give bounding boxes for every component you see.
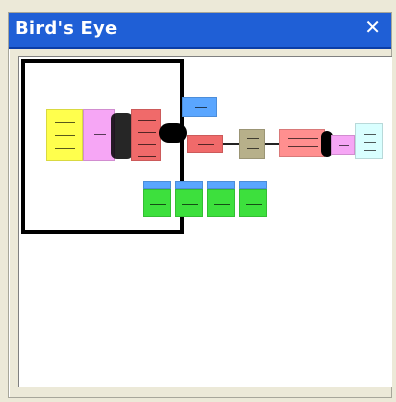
olive-node — [239, 129, 265, 159]
panel-title: Bird's Eye — [15, 18, 118, 39]
panel-titlebar: Bird's Eye ✕ — [9, 13, 391, 49]
salmon-node — [279, 129, 325, 157]
connector-blob — [111, 113, 133, 159]
green-node — [207, 189, 235, 217]
blue-header — [207, 181, 235, 189]
green-node — [175, 189, 203, 217]
birds-eye-panel: Bird's Eye ✕ — [8, 12, 392, 398]
connector-bundle — [159, 123, 187, 143]
red-node — [131, 109, 161, 161]
pink-node-small — [331, 135, 355, 155]
blue-header — [239, 181, 267, 189]
yellow-node — [46, 109, 83, 161]
close-icon[interactable]: ✕ — [364, 17, 381, 37]
cyan-node — [355, 123, 383, 159]
overview-canvas[interactable] — [18, 56, 392, 387]
edge-line — [223, 143, 239, 145]
blue-header — [175, 181, 203, 189]
red-node-right — [187, 135, 223, 153]
edge-line — [265, 143, 279, 145]
green-node — [143, 189, 171, 217]
green-node — [239, 189, 267, 217]
blue-node — [182, 97, 217, 117]
blue-header — [143, 181, 171, 189]
